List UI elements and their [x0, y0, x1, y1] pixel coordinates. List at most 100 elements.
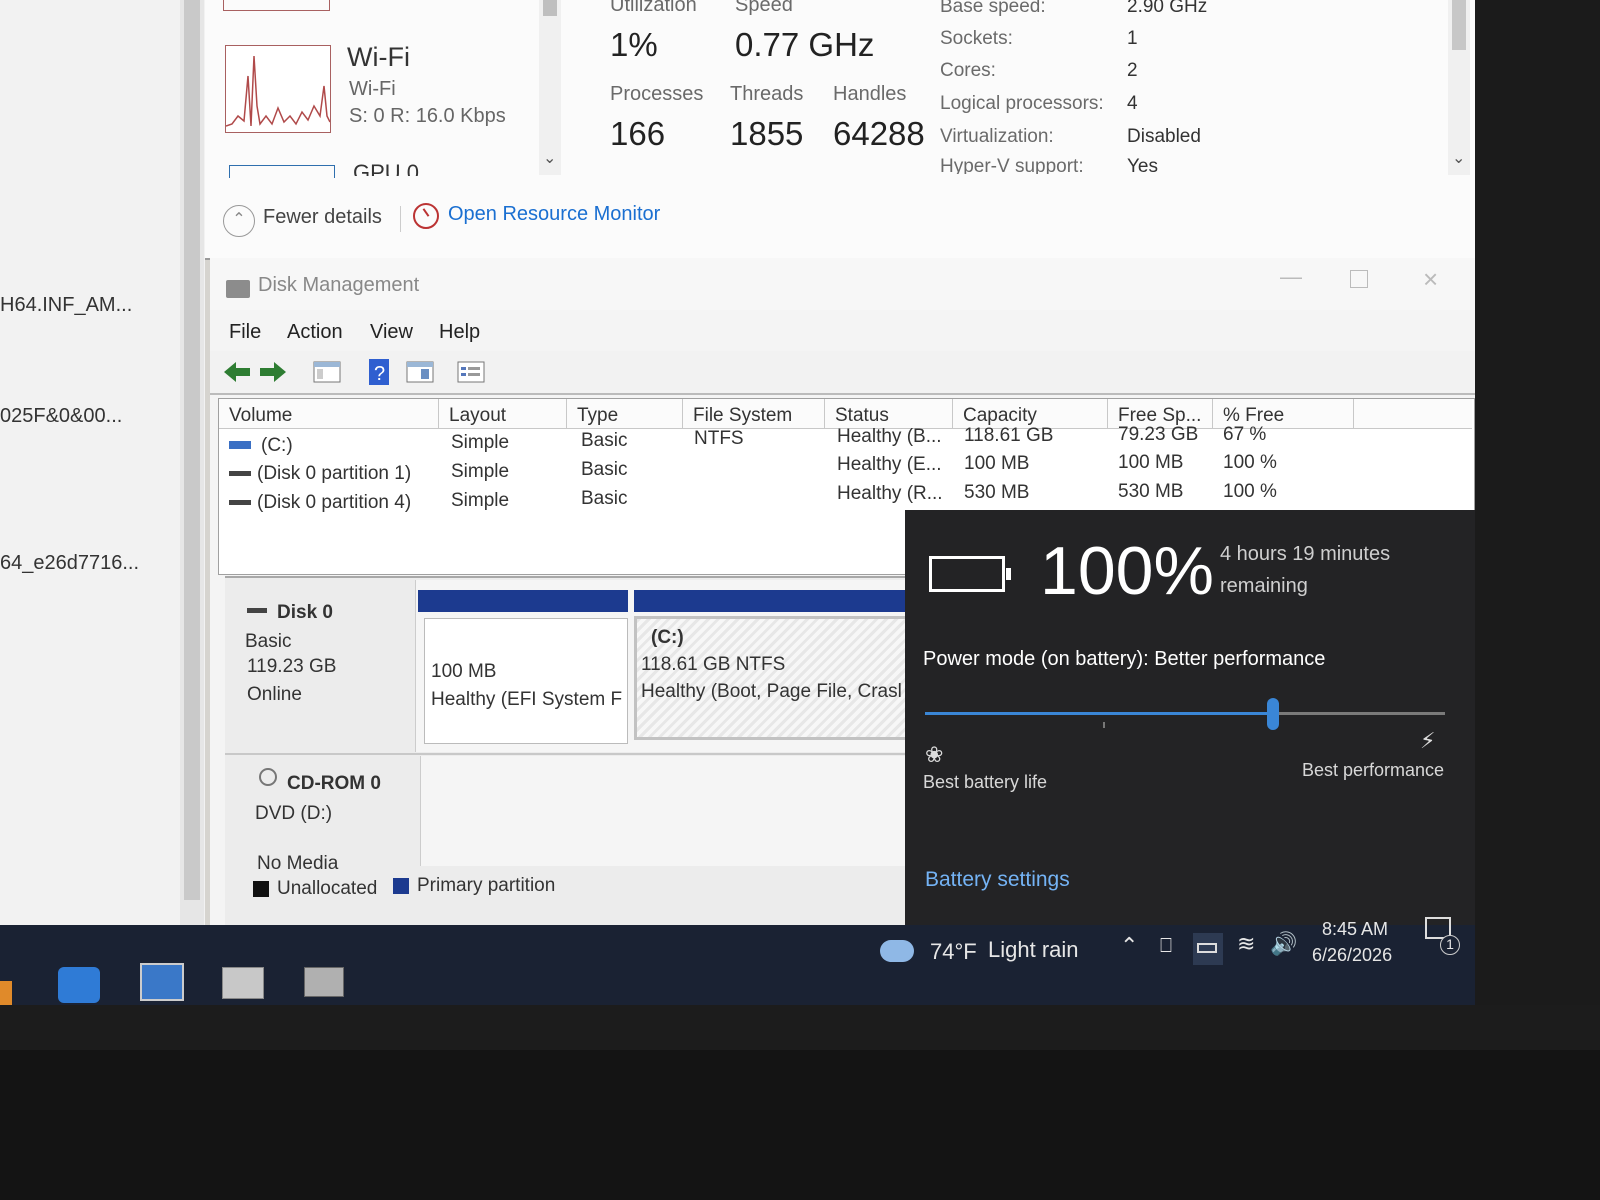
column-header-volume[interactable]: Volume: [219, 399, 439, 429]
power-mode-slider[interactable]: [925, 698, 1445, 730]
taskbar-app-partial[interactable]: [0, 981, 12, 1005]
chevron-up-icon[interactable]: ⌃: [223, 205, 255, 237]
wifi-graph-thumb[interactable]: [225, 45, 331, 133]
gpu-title[interactable]: GPU 0: [353, 160, 419, 176]
partition-efi-size: 100 MB: [431, 661, 497, 682]
file-item[interactable]: H64.INF_AM...: [0, 294, 132, 317]
weather-desc[interactable]: Light rain: [988, 937, 1079, 963]
cell-capacity: 118.61 GB: [964, 425, 1054, 446]
best-performance-label: Best performance: [1302, 760, 1445, 780]
handles-value: 64288: [833, 115, 925, 152]
column-header-file-system[interactable]: File System: [683, 399, 825, 429]
scrollbar-thumb[interactable]: [184, 0, 200, 900]
file-item[interactable]: 025F&0&00...: [0, 405, 122, 428]
cell-volume[interactable]: (C:): [261, 435, 293, 457]
cell-percent: 67 %: [1223, 424, 1267, 445]
cell-volume[interactable]: (Disk 0 partition 1): [257, 463, 411, 485]
detail-key: Hyper-V support:: [940, 156, 1084, 174]
properties-icon[interactable]: [405, 359, 435, 385]
menu-help[interactable]: Help: [439, 321, 480, 344]
disk0-name[interactable]: Disk 0: [277, 602, 333, 624]
detail-value: 2.90 GHz: [1127, 0, 1208, 17]
menu-view[interactable]: View: [370, 321, 413, 344]
resource-monitor-icon: [413, 203, 439, 229]
open-resource-monitor-link[interactable]: Open Resource Monitor: [448, 203, 660, 226]
outlook-app-icon[interactable]: [58, 967, 100, 1003]
task-manager-app-icon[interactable]: [222, 967, 264, 999]
detail-key: Logical processors:: [940, 93, 1104, 114]
volume-icon[interactable]: 🔊: [1270, 931, 1297, 957]
cdrom-name[interactable]: CD-ROM 0: [287, 773, 381, 795]
forward-arrow-icon[interactable]: [258, 359, 288, 385]
slider-fill: [925, 712, 1274, 715]
details-scrollbar[interactable]: ⌄: [1448, 0, 1470, 175]
cell-fs: NTFS: [694, 428, 744, 449]
title-bar[interactable]: Disk Management — ×: [210, 258, 1480, 310]
speed-value: 0.77 GHz: [735, 26, 875, 63]
back-arrow-icon[interactable]: [222, 359, 252, 385]
partition-c-label: (C:): [651, 627, 684, 648]
weather-temp[interactable]: 74°F: [930, 939, 977, 965]
threads-value: 1855: [730, 115, 804, 152]
detail-key: Virtualization:: [940, 126, 1054, 147]
window-title: Disk Management: [258, 274, 420, 296]
cdrom-partition-area[interactable]: [420, 756, 916, 866]
detail-key: Cores:: [940, 60, 996, 81]
chevron-down-icon[interactable]: ⌄: [1452, 148, 1465, 168]
volume-icon: [229, 500, 251, 505]
column-header-layout[interactable]: Layout: [439, 399, 567, 429]
wifi-icon[interactable]: ≋: [1237, 931, 1255, 957]
view-list-icon[interactable]: [456, 359, 486, 385]
cd-drive-icon: [259, 768, 277, 786]
legend-primary: Primary partition: [417, 875, 556, 896]
partition-header-bar: [418, 590, 628, 612]
disk0-partitions: 100 MB Healthy (EFI System F (C:) 118.61…: [415, 580, 916, 752]
partition-efi-status: Healthy (EFI System F: [431, 689, 623, 710]
show-hidden-icons-icon[interactable]: ⌃: [1120, 933, 1138, 959]
divider: [400, 206, 401, 232]
scrollbar-thumb[interactable]: [543, 0, 557, 16]
partition-c[interactable]: (C:) 118.61 GB NTFS Healthy (Boot, Page …: [634, 616, 912, 740]
cell-status: Healthy (R...: [837, 483, 943, 504]
help-icon[interactable]: ?: [365, 359, 395, 385]
file-item[interactable]: 64_e26d7716...: [0, 552, 139, 575]
best-battery-label: Best battery life: [923, 772, 1048, 792]
column-header-type[interactable]: Type: [567, 399, 683, 429]
battery-icon: [929, 556, 1011, 592]
close-icon[interactable]: ×: [1423, 264, 1438, 295]
show-hide-console-tree-icon[interactable]: [312, 359, 342, 385]
partition-efi[interactable]: 100 MB Healthy (EFI System F: [424, 618, 628, 744]
fewer-details-button[interactable]: Fewer details: [263, 206, 382, 229]
cdrom-drive: DVD (D:): [255, 803, 333, 824]
cell-volume[interactable]: (Disk 0 partition 4): [257, 492, 411, 514]
wifi-title[interactable]: Wi-Fi: [347, 42, 410, 73]
disk-graph-pane: Disk 0 Basic 119.23 GB Online 100 MB Hea…: [225, 576, 916, 958]
explorer-scrollbar[interactable]: ⌄: [180, 0, 204, 954]
perf-list-scrollbar[interactable]: ⌄: [539, 0, 561, 175]
cell-status: Healthy (E...: [837, 454, 942, 475]
partition-c-status: Healthy (Boot, Page File, Crasl: [641, 681, 902, 702]
battery-settings-link[interactable]: Battery settings: [925, 868, 1070, 892]
clock-date[interactable]: 6/26/2026: [1312, 945, 1392, 966]
maximize-icon[interactable]: [1350, 270, 1368, 288]
menu-action[interactable]: Action: [287, 321, 343, 344]
gpu-graph-thumb[interactable]: [229, 165, 335, 178]
weather-rain-icon[interactable]: [880, 940, 914, 962]
cell-percent: 100 %: [1223, 452, 1277, 473]
ethernet-graph-thumb[interactable]: [223, 0, 330, 11]
chevron-down-icon[interactable]: ⌄: [543, 148, 556, 168]
legend-unallocated: Unallocated: [277, 878, 378, 899]
speed-label: Speed: [735, 0, 793, 16]
meet-now-icon[interactable]: ⎕: [1160, 935, 1172, 958]
clock-time[interactable]: 8:45 AM: [1322, 919, 1388, 940]
disk-management-app-icon[interactable]: [304, 967, 344, 997]
slider-thumb[interactable]: [1267, 698, 1280, 730]
menu-file[interactable]: File: [229, 321, 261, 344]
battery-tray-icon[interactable]: [1193, 933, 1223, 965]
minimize-icon[interactable]: —: [1280, 264, 1302, 290]
monitor-app-icon[interactable]: [140, 963, 184, 1001]
scrollbar-thumb[interactable]: [1452, 0, 1466, 50]
partition-header-bar: [634, 590, 916, 612]
column-header-status[interactable]: Status: [825, 399, 953, 429]
volume-icon: [229, 471, 251, 476]
